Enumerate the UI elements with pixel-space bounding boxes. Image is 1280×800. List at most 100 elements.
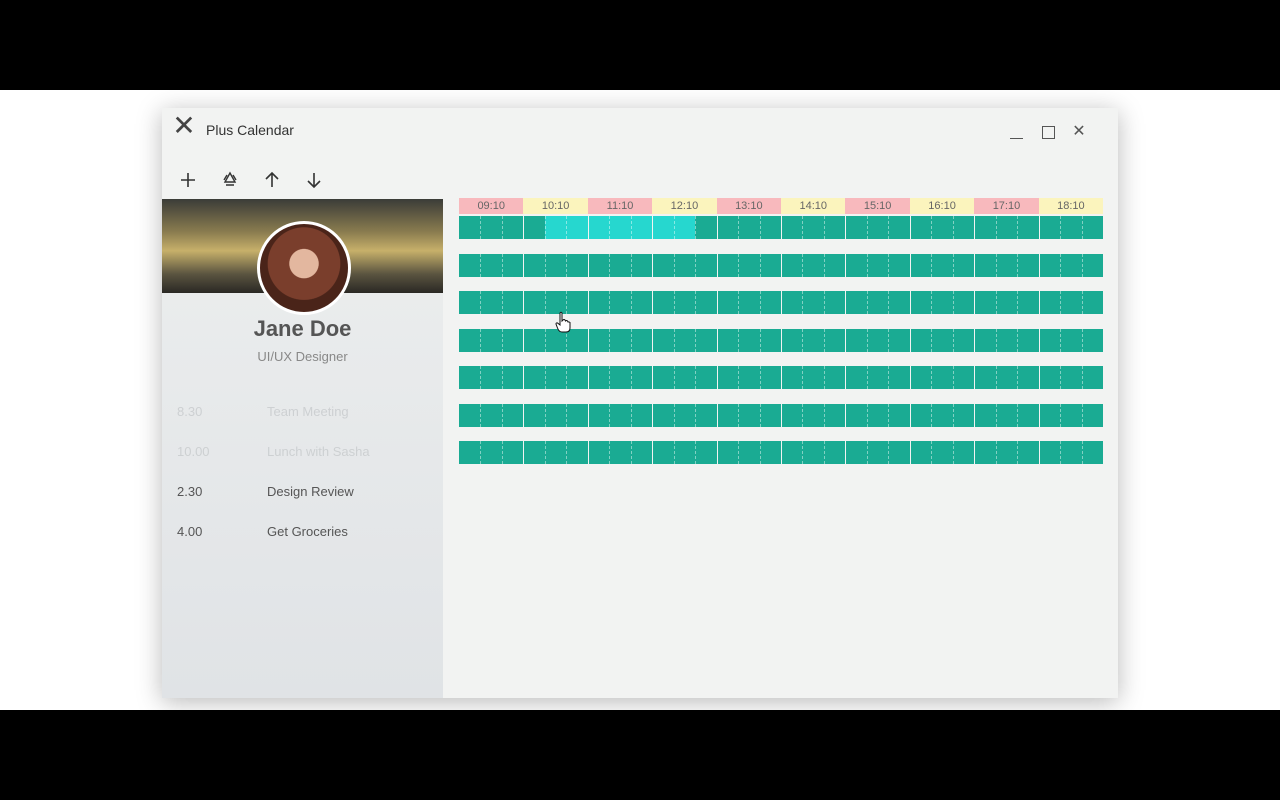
slot-divider (544, 328, 546, 352)
slot-divider (544, 291, 546, 314)
hour-divider (523, 403, 525, 427)
time-header: 09:10 10:10 11:10 12:10 13:10 14:10 15:10 16:10… (459, 198, 1104, 214)
hour-divider (716, 291, 718, 314)
slot-divider (544, 253, 546, 277)
timeline-row[interactable] (459, 253, 1103, 277)
slot-divider (630, 366, 632, 389)
slot-divider (759, 216, 761, 239)
slot-divider (931, 216, 933, 239)
move-up-button[interactable] (260, 168, 284, 192)
slot-divider (802, 291, 804, 314)
hour-divider (652, 403, 654, 427)
event-time: 8.30 (177, 404, 203, 419)
slot-divider (1081, 366, 1083, 389)
slot-divider (566, 403, 568, 427)
event-item[interactable]: 8.30 Team Meeting (177, 404, 427, 424)
slot-divider (1060, 328, 1062, 352)
timeline-row[interactable] (459, 366, 1103, 389)
slot-divider (995, 328, 997, 352)
slot-divider (759, 291, 761, 314)
slot-divider (952, 291, 954, 314)
slot-divider (952, 441, 954, 464)
slot-divider (931, 441, 933, 464)
event-item[interactable]: 2.30 Design Review (177, 484, 427, 504)
hour-divider (587, 253, 589, 277)
slot-divider (1060, 366, 1062, 389)
slot-divider (566, 441, 568, 464)
hour-divider (716, 366, 718, 389)
hour-divider (652, 253, 654, 277)
slot-divider (480, 441, 482, 464)
add-button[interactable] (176, 168, 200, 192)
maximize-button[interactable] (1036, 120, 1060, 144)
hour-divider (781, 441, 782, 464)
hour-divider (974, 366, 976, 389)
slot-divider (1060, 253, 1062, 277)
screen-area: ✕ Plus Calendar ✕ Jane Doe UI/UX Designe… (0, 90, 1280, 710)
slot-divider (501, 253, 503, 277)
slot-divider (480, 366, 482, 389)
slot-divider (695, 328, 697, 352)
slot-divider (866, 291, 868, 314)
slot-divider (952, 216, 954, 239)
slot-divider (544, 366, 546, 389)
slot-divider (609, 328, 611, 352)
selected-slot-range[interactable] (544, 216, 696, 239)
hour-divider (652, 328, 654, 352)
slot-divider (480, 216, 482, 239)
time-header-cell: 16:10 (909, 198, 975, 214)
slot-divider (802, 441, 804, 464)
hour-divider (716, 216, 718, 239)
slot-divider (823, 216, 825, 239)
slot-divider (630, 403, 632, 427)
recycle-button[interactable] (218, 168, 242, 192)
slot-divider (673, 328, 675, 352)
time-header-cell: 10:10 (523, 198, 588, 214)
hour-divider (652, 291, 654, 314)
event-item[interactable]: 10.00 Lunch with Sasha (177, 444, 427, 464)
time-header-cell: 15:10 (845, 198, 910, 214)
move-down-button[interactable] (302, 168, 326, 192)
hour-divider (974, 328, 976, 352)
slot-divider (931, 328, 933, 352)
event-title: Get Groceries (267, 524, 348, 539)
slot-divider (480, 403, 482, 427)
profile-sidebar: Jane Doe UI/UX Designer 8.30 Team Meetin… (162, 199, 443, 698)
hour-divider (845, 441, 847, 464)
slot-divider (1017, 291, 1019, 314)
slot-divider (995, 216, 997, 239)
hour-divider (652, 216, 654, 239)
hour-divider (781, 328, 782, 352)
arrow-up-icon (265, 171, 279, 187)
hour-divider (909, 366, 911, 389)
time-header-cell: 13:10 (716, 198, 782, 214)
hour-divider (845, 328, 847, 352)
minimize-icon (1009, 137, 1023, 139)
timeline-row[interactable] (459, 216, 1103, 239)
hour-divider (523, 328, 525, 352)
timeline-row[interactable] (459, 441, 1103, 464)
slot-divider (931, 366, 933, 389)
hour-divider (1038, 441, 1040, 464)
slot-divider (888, 291, 890, 314)
slot-divider (823, 291, 825, 314)
hand-cursor-icon (555, 311, 571, 333)
slot-divider (931, 403, 933, 427)
slot-divider (823, 253, 825, 277)
slot-divider (995, 291, 997, 314)
slot-divider (695, 366, 697, 389)
event-time: 10.00 (177, 444, 210, 459)
app-window: ✕ Plus Calendar ✕ Jane Doe UI/UX Designe… (162, 108, 1118, 698)
hour-divider (1038, 366, 1040, 389)
slot-divider (802, 253, 804, 277)
minimize-button[interactable] (1004, 120, 1028, 144)
event-item[interactable]: 4.00 Get Groceries (177, 524, 427, 544)
hour-divider (781, 253, 782, 277)
slot-divider (931, 291, 933, 314)
timeline-row[interactable] (459, 403, 1103, 427)
close-button[interactable]: ✕ (1067, 120, 1091, 144)
slot-divider (952, 366, 954, 389)
slot-divider (544, 441, 546, 464)
slot-divider (1060, 291, 1062, 314)
slot-divider (1017, 216, 1019, 239)
